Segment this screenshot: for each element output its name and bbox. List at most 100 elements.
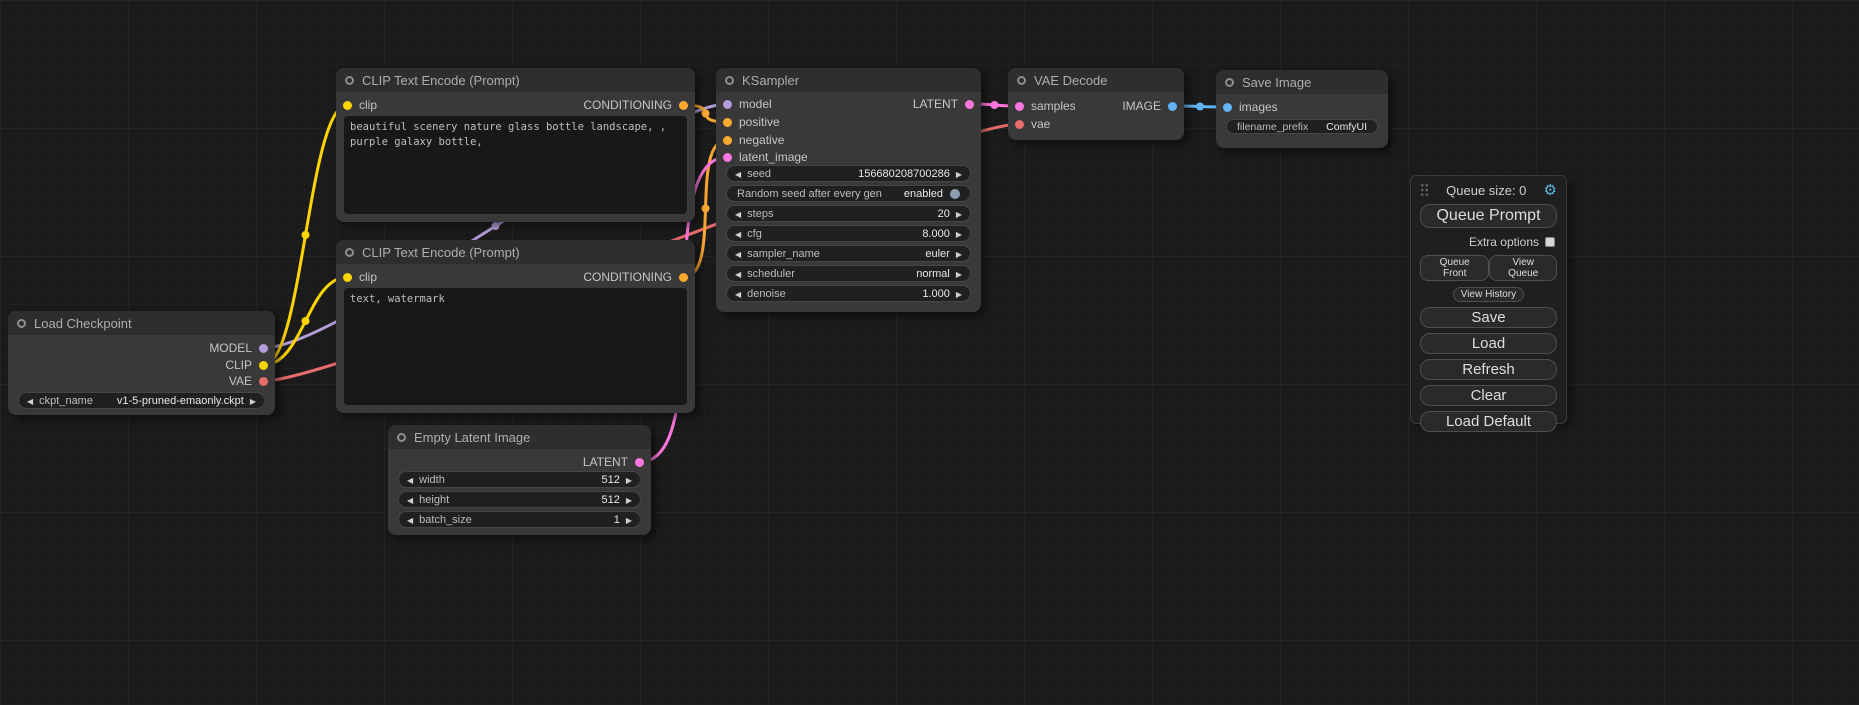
images-input-dot[interactable]: [1223, 103, 1232, 112]
clip-input-dot[interactable]: [343, 101, 352, 110]
load-button[interactable]: Load: [1420, 333, 1557, 354]
collapse-dot-icon[interactable]: [345, 76, 354, 85]
cfg-widget[interactable]: cfg 8.000: [726, 225, 971, 242]
samples-input-dot[interactable]: [1015, 102, 1024, 111]
batch-size-widget[interactable]: batch_size 1: [398, 511, 641, 528]
node-save-image[interactable]: Save Image images filename_prefix ComfyU…: [1216, 70, 1388, 148]
input-slot-model[interactable]: model: [723, 96, 772, 112]
decrement-arrow-icon[interactable]: [735, 268, 741, 280]
increment-arrow-icon[interactable]: [626, 514, 632, 526]
increment-arrow-icon[interactable]: [626, 494, 632, 506]
collapse-dot-icon[interactable]: [725, 76, 734, 85]
prompt-textarea[interactable]: beautiful scenery nature glass bottle la…: [344, 116, 687, 214]
decrement-arrow-icon[interactable]: [735, 288, 741, 300]
increment-arrow-icon[interactable]: [626, 474, 632, 486]
load-default-button[interactable]: Load Default: [1420, 411, 1557, 432]
image-output-dot[interactable]: [1168, 102, 1177, 111]
prompt-textarea[interactable]: text, watermark: [344, 288, 687, 405]
latent-output-dot[interactable]: [635, 458, 644, 467]
increment-arrow-icon[interactable]: [956, 248, 962, 260]
node-clip-text-encode-negative[interactable]: CLIP Text Encode (Prompt) clip CONDITION…: [336, 240, 695, 413]
output-slot-vae[interactable]: VAE: [229, 373, 268, 389]
decrement-arrow-icon[interactable]: [735, 228, 741, 240]
output-slot-latent[interactable]: LATENT: [913, 96, 974, 112]
node-load-checkpoint[interactable]: Load Checkpoint MODEL CLIP VAE ckpt_name…: [8, 311, 275, 415]
view-queue-button[interactable]: View Queue: [1489, 255, 1557, 281]
comfyui-canvas[interactable]: { "colors": { "model": "#B39DDB", "clip"…: [0, 0, 1859, 705]
increment-arrow-icon[interactable]: [956, 208, 962, 220]
refresh-button[interactable]: Refresh: [1420, 359, 1557, 380]
drag-handle-icon[interactable]: [1420, 183, 1429, 197]
increment-arrow-icon[interactable]: [956, 288, 962, 300]
queue-prompt-button[interactable]: Queue Prompt: [1420, 204, 1557, 228]
seed-widget[interactable]: seed 156680208700286: [726, 165, 971, 182]
clear-button[interactable]: Clear: [1420, 385, 1557, 406]
latent-image-input-dot[interactable]: [723, 153, 732, 162]
view-history-button[interactable]: View History: [1453, 287, 1524, 302]
node-empty-latent-image[interactable]: Empty Latent Image LATENT width 512 heig…: [388, 425, 651, 535]
node-titlebar[interactable]: CLIP Text Encode (Prompt): [336, 240, 695, 264]
increment-arrow-icon[interactable]: [956, 228, 962, 240]
increment-arrow-icon[interactable]: [956, 168, 962, 180]
decrement-arrow-icon[interactable]: [407, 474, 413, 486]
collapse-dot-icon[interactable]: [17, 319, 26, 328]
output-slot-model[interactable]: MODEL: [209, 340, 268, 356]
node-titlebar[interactable]: Save Image: [1216, 70, 1388, 94]
ckpt-name-widget[interactable]: ckpt_name v1-5-pruned-emaonly.ckpt: [18, 392, 265, 409]
clip-input-dot[interactable]: [343, 273, 352, 282]
output-slot-latent[interactable]: LATENT: [583, 454, 644, 470]
height-widget[interactable]: height 512: [398, 491, 641, 508]
steps-widget[interactable]: steps 20: [726, 205, 971, 222]
decrement-arrow-icon[interactable]: [735, 208, 741, 220]
node-ksampler[interactable]: KSampler model LATENT positive negative …: [716, 68, 981, 312]
filename-prefix-widget[interactable]: filename_prefix ComfyUI: [1226, 119, 1378, 134]
input-slot-latent-image[interactable]: latent_image: [723, 149, 808, 165]
input-slot-vae[interactable]: vae: [1015, 116, 1050, 132]
output-slot-clip[interactable]: CLIP: [225, 357, 268, 373]
input-slot-clip[interactable]: clip: [343, 97, 377, 113]
decrement-arrow-icon[interactable]: [407, 514, 413, 526]
collapse-dot-icon[interactable]: [1017, 76, 1026, 85]
queue-front-button[interactable]: Queue Front: [1420, 255, 1489, 281]
vae-output-dot[interactable]: [259, 377, 268, 386]
vae-input-dot[interactable]: [1015, 120, 1024, 129]
scheduler-widget[interactable]: scheduler normal: [726, 265, 971, 282]
toggle-knob-icon[interactable]: [950, 189, 960, 199]
increment-arrow-icon[interactable]: [250, 395, 256, 407]
input-slot-clip[interactable]: clip: [343, 269, 377, 285]
collapse-dot-icon[interactable]: [345, 248, 354, 257]
node-titlebar[interactable]: Empty Latent Image: [388, 425, 651, 449]
node-vae-decode[interactable]: VAE Decode samples IMAGE vae: [1008, 68, 1184, 140]
node-titlebar[interactable]: CLIP Text Encode (Prompt): [336, 68, 695, 92]
node-titlebar[interactable]: KSampler: [716, 68, 981, 92]
save-button[interactable]: Save: [1420, 307, 1557, 328]
model-output-dot[interactable]: [259, 344, 268, 353]
decrement-arrow-icon[interactable]: [27, 395, 33, 407]
width-widget[interactable]: width 512: [398, 471, 641, 488]
input-slot-positive[interactable]: positive: [723, 114, 780, 130]
collapse-dot-icon[interactable]: [1225, 78, 1234, 87]
clip-output-dot[interactable]: [259, 361, 268, 370]
conditioning-output-dot[interactable]: [679, 273, 688, 282]
decrement-arrow-icon[interactable]: [735, 168, 741, 180]
input-slot-images[interactable]: images: [1223, 99, 1278, 115]
positive-input-dot[interactable]: [723, 118, 732, 127]
extra-options-checkbox[interactable]: [1545, 237, 1555, 247]
node-clip-text-encode-positive[interactable]: CLIP Text Encode (Prompt) clip CONDITION…: [336, 68, 695, 222]
conditioning-output-dot[interactable]: [679, 101, 688, 110]
output-slot-conditioning[interactable]: CONDITIONING: [583, 269, 688, 285]
negative-input-dot[interactable]: [723, 136, 732, 145]
model-input-dot[interactable]: [723, 100, 732, 109]
input-slot-samples[interactable]: samples: [1015, 98, 1076, 114]
output-slot-conditioning[interactable]: CONDITIONING: [583, 97, 688, 113]
node-titlebar[interactable]: VAE Decode: [1008, 68, 1184, 92]
node-titlebar[interactable]: Load Checkpoint: [8, 311, 275, 335]
seed-control-widget[interactable]: Random seed after every gen enabled: [726, 185, 971, 202]
decrement-arrow-icon[interactable]: [735, 248, 741, 260]
input-slot-negative[interactable]: negative: [723, 132, 784, 148]
latent-output-dot[interactable]: [965, 100, 974, 109]
increment-arrow-icon[interactable]: [956, 268, 962, 280]
collapse-dot-icon[interactable]: [397, 433, 406, 442]
settings-gear-icon[interactable]: [1544, 181, 1557, 199]
sampler-name-widget[interactable]: sampler_name euler: [726, 245, 971, 262]
